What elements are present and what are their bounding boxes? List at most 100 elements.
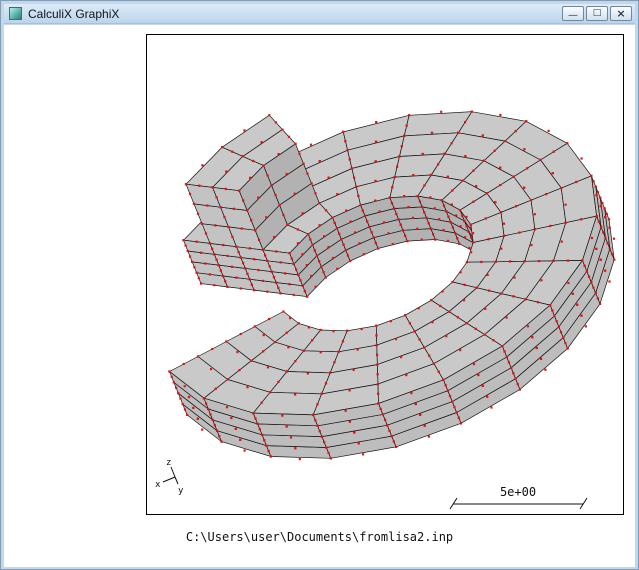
node-dot [423,184,426,187]
node-dot [526,167,529,170]
node-dot [485,192,488,195]
node-dot [564,221,567,224]
node-dot [374,242,377,245]
node-dot [551,309,554,312]
node-dot [273,341,277,344]
node-dot [510,366,513,369]
node-dot [443,204,446,207]
node-dot [394,338,398,341]
node-dot [296,242,300,245]
close-button[interactable]: × [610,6,632,21]
node-dot [226,254,229,257]
node-dot [246,209,249,212]
node-dot [359,204,362,207]
node-dot [211,247,214,250]
node-dot [464,155,467,158]
plot-viewport[interactable]: x y z 5e+00 [146,34,624,515]
node-dot [376,363,379,366]
node-dot [322,271,325,274]
node-dot [209,368,213,371]
node-dot [218,435,221,438]
node-dot [201,164,204,167]
node-dot [243,129,246,132]
node-dot [278,204,281,207]
node-dot [215,196,218,199]
node-dot [192,202,196,205]
node-dot [463,283,466,286]
node-dot [505,316,508,319]
axis-x-line [162,476,176,483]
node-dot [445,335,448,338]
node-dot [608,247,611,250]
node-dot [374,140,378,143]
node-dot [346,254,349,257]
node-dot [590,281,593,284]
node-dot [202,397,206,400]
node-dot [465,215,468,218]
node-dot [198,184,201,187]
node-dot [413,330,416,333]
node-dot [286,223,289,226]
node-dot [505,355,508,359]
node-dot [266,259,269,262]
node-dot [455,411,458,414]
node-dot [362,453,365,456]
node-dot [544,368,547,371]
node-dot [514,130,517,133]
node-dot [261,248,265,251]
node-dot [344,249,347,252]
node-dot [305,264,308,267]
node-dot [254,229,257,232]
node-dot [393,176,396,179]
minimize-button[interactable]: — [562,6,584,21]
node-dot [535,346,538,350]
node-dot [231,235,234,238]
maximize-button[interactable]: □ [586,6,608,21]
node-dot [235,276,238,279]
node-dot [411,216,414,219]
node-dot [252,412,255,415]
node-dot [417,307,420,310]
node-dot [472,241,475,244]
node-dot [287,135,291,138]
titlebar[interactable]: CalculiX GraphiX — □ × [4,4,635,24]
node-dot [341,340,345,343]
node-dot [215,258,218,261]
node-dot [294,142,297,145]
node-dot [348,389,351,392]
node-dot [335,227,338,230]
node-dot [318,202,321,205]
node-dot [340,238,343,241]
node-dot [285,370,289,373]
node-dot [512,372,515,375]
node-dot [258,428,261,431]
node-dot [266,366,270,369]
node-dot [450,142,453,145]
node-dot [195,271,198,274]
node-dot [281,414,284,417]
window-title: CalculiX GraphiX [28,6,120,21]
node-dot [315,254,318,257]
node-dot [462,299,466,302]
node-dot [472,169,475,172]
node-dot [209,413,212,416]
node-dot [188,255,192,258]
node-dot [324,209,328,212]
node-dot [432,362,435,365]
node-dot [382,221,386,224]
node-dot [302,162,305,165]
node-dot [269,455,272,458]
node-dot [596,191,600,194]
node-dot [269,391,272,394]
node-dot [235,245,238,248]
node-dot [419,413,422,416]
node-dot [552,150,555,153]
node-dot [352,368,355,371]
node-dot [448,395,452,398]
gl-canvas: x y z 5e+00 C:\Users\user\Documents\from… [4,25,635,567]
node-dot [445,210,448,213]
node-dot [526,325,529,328]
node-dot [376,383,380,386]
node-dot [345,209,348,212]
node-dot [246,386,249,389]
